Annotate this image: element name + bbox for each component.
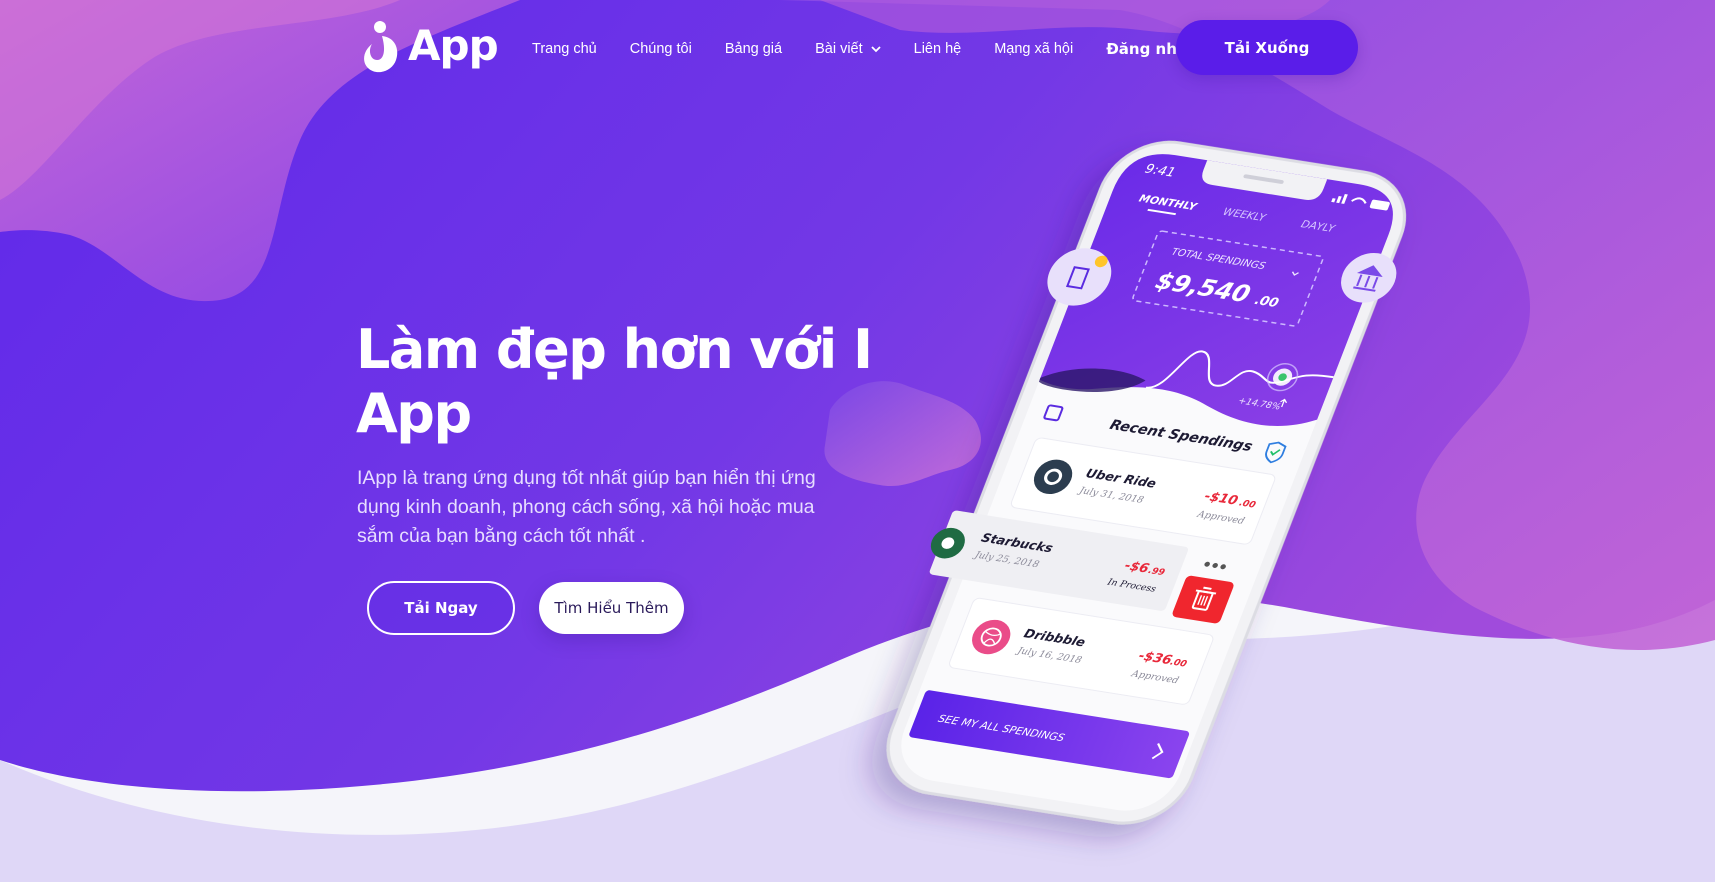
logo-person-icon <box>364 21 398 73</box>
brand-logo[interactable]: App <box>358 20 499 76</box>
top-navbar: App Trang chủ Chúng tôi Bảng giá Bài viế… <box>0 0 1715 96</box>
download-now-button[interactable]: Tải Ngay <box>367 581 515 635</box>
nav-item-pricing[interactable]: Bảng giá <box>725 41 782 57</box>
nav-item-home[interactable]: Trang chủ <box>532 41 597 57</box>
nav-item-about[interactable]: Chúng tôi <box>630 41 692 57</box>
logo-text: App <box>408 21 499 70</box>
chevron-down-icon <box>871 46 881 53</box>
main-menu: Trang chủ Chúng tôi Bảng giá Bài viết Li… <box>532 38 1198 60</box>
nav-item-social[interactable]: Mạng xã hội <box>994 41 1073 57</box>
nav-item-contact[interactable]: Liên hệ <box>914 41 962 57</box>
nav-item-blog[interactable]: Bài viết <box>815 41 881 57</box>
hero-subtitle: IApp là trang ứng dụng tốt nhất giúp bạn… <box>357 467 816 547</box>
download-button[interactable]: Tải Xuống <box>1176 20 1358 75</box>
learn-more-button[interactable]: Tìm Hiểu Thêm <box>539 582 684 634</box>
nav-item-blog-label: Bài viết <box>815 41 863 57</box>
hero-title: Làm đẹp hơn với I App <box>356 318 873 445</box>
